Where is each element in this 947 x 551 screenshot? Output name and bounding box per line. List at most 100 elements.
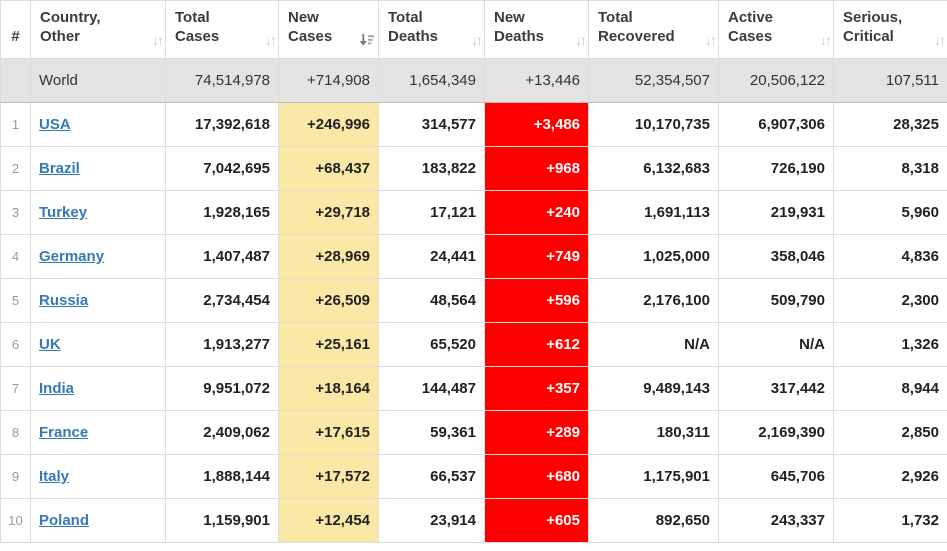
total-cases-cell: 1,888,144 <box>165 453 279 499</box>
country-cell: Germany <box>30 233 166 279</box>
new-cases-cell: +28,969 <box>278 233 379 279</box>
total-cases-cell: 1,159,901 <box>165 497 279 543</box>
country-cell: UK <box>30 321 166 367</box>
serious-critical-cell: 107,511 <box>833 57 947 103</box>
new-deaths-cell: +13,446 <box>484 57 589 103</box>
table-body: World 74,514,978 +714,908 1,654,349 +13,… <box>0 57 947 543</box>
column-label: New Deaths <box>494 9 545 45</box>
new-deaths-cell: +749 <box>484 233 589 279</box>
new-cases-cell: +25,161 <box>278 321 379 367</box>
column-label: Active Cases <box>728 9 774 45</box>
active-cases-cell: N/A <box>718 321 834 367</box>
column-label: Total Recovered <box>598 9 675 45</box>
table-row: 8 France 2,409,062 +17,615 59,361 +289 1… <box>0 409 947 455</box>
table-row: 4 Germany 1,407,487 +28,969 24,441 +749 … <box>0 233 947 279</box>
total-cases-cell: 17,392,618 <box>165 101 279 147</box>
serious-critical-cell: 1,732 <box>833 497 947 543</box>
total-cases-cell: 7,042,695 <box>165 145 279 191</box>
new-cases-cell: +68,437 <box>278 145 379 191</box>
active-cases-cell: 317,442 <box>718 365 834 411</box>
sort-both-icon[interactable]: ↓↑ <box>934 33 946 47</box>
new-cases-cell: +12,454 <box>278 497 379 543</box>
rank-cell <box>0 57 31 103</box>
total-deaths-cell: 65,520 <box>378 321 485 367</box>
column-header-total-cases[interactable]: Total Cases ↓↑ <box>165 0 279 59</box>
table-row: 7 India 9,951,072 +18,164 144,487 +357 9… <box>0 365 947 411</box>
active-cases-cell: 219,931 <box>718 189 834 235</box>
country-link[interactable]: Brazil <box>39 160 80 177</box>
sort-both-icon[interactable]: ↓↑ <box>820 33 832 47</box>
new-deaths-cell: +289 <box>484 409 589 455</box>
new-cases-cell: +18,164 <box>278 365 379 411</box>
sort-both-icon[interactable]: ↓↑ <box>152 33 164 47</box>
serious-critical-cell: 4,836 <box>833 233 947 279</box>
sort-both-icon[interactable]: ↓↑ <box>471 33 483 47</box>
country-link[interactable]: Italy <box>39 468 69 485</box>
sort-both-icon[interactable]: ↓↑ <box>265 33 277 47</box>
country-cell: India <box>30 365 166 411</box>
total-recovered-cell: 2,176,100 <box>588 277 719 323</box>
column-header-total-recovered[interactable]: Total Recovered ↓↑ <box>588 0 719 59</box>
new-cases-cell: +17,615 <box>278 409 379 455</box>
column-label: Total Cases <box>175 9 220 45</box>
column-label: New Cases <box>288 9 333 45</box>
total-recovered-cell: 180,311 <box>588 409 719 455</box>
total-cases-cell: 2,734,454 <box>165 277 279 323</box>
country-link[interactable]: USA <box>39 116 71 133</box>
country-link[interactable]: Poland <box>39 512 89 529</box>
rank-cell: 7 <box>0 365 31 411</box>
active-cases-cell: 509,790 <box>718 277 834 323</box>
new-deaths-cell: +357 <box>484 365 589 411</box>
column-label: Total Deaths <box>388 9 439 45</box>
total-recovered-cell: 892,650 <box>588 497 719 543</box>
column-label: # <box>11 27 20 45</box>
total-recovered-cell: 6,132,683 <box>588 145 719 191</box>
total-recovered-cell: 1,691,113 <box>588 189 719 235</box>
new-deaths-cell: +596 <box>484 277 589 323</box>
sort-both-icon[interactable]: ↓↑ <box>705 33 717 47</box>
covid-statistics-table: # Country, Other ↓↑ Total Cases ↓↑ New C… <box>0 0 947 543</box>
column-header-total-deaths[interactable]: Total Deaths ↓↑ <box>378 0 485 59</box>
total-deaths-cell: 144,487 <box>378 365 485 411</box>
total-deaths-cell: 59,361 <box>378 409 485 455</box>
world-summary-row: World 74,514,978 +714,908 1,654,349 +13,… <box>0 57 947 103</box>
column-label: Country, Other <box>40 9 101 45</box>
new-deaths-cell: +605 <box>484 497 589 543</box>
new-deaths-cell: +612 <box>484 321 589 367</box>
total-deaths-cell: 1,654,349 <box>378 57 485 103</box>
country-link[interactable]: France <box>39 424 88 441</box>
new-deaths-cell: +968 <box>484 145 589 191</box>
rank-cell: 6 <box>0 321 31 367</box>
column-header-new-deaths[interactable]: New Deaths ↓↑ <box>484 0 589 59</box>
column-header-new-cases[interactable]: New Cases <box>278 0 379 59</box>
total-recovered-cell: 52,354,507 <box>588 57 719 103</box>
total-deaths-cell: 23,914 <box>378 497 485 543</box>
sort-descending-icon[interactable] <box>359 33 375 47</box>
new-cases-cell: +17,572 <box>278 453 379 499</box>
sort-both-icon[interactable]: ↓↑ <box>575 33 587 47</box>
country-link[interactable]: UK <box>39 336 61 353</box>
country-link[interactable]: Russia <box>39 292 88 309</box>
new-deaths-cell: +680 <box>484 453 589 499</box>
country-link[interactable]: Turkey <box>39 204 87 221</box>
column-header-country[interactable]: Country, Other ↓↑ <box>30 0 166 59</box>
column-header-serious-critical[interactable]: Serious, Critical ↓↑ <box>833 0 947 59</box>
country-link[interactable]: Germany <box>39 248 104 265</box>
column-header-active-cases[interactable]: Active Cases ↓↑ <box>718 0 834 59</box>
table-row: 9 Italy 1,888,144 +17,572 66,537 +680 1,… <box>0 453 947 499</box>
serious-critical-cell: 2,850 <box>833 409 947 455</box>
serious-critical-cell: 1,326 <box>833 321 947 367</box>
country-link[interactable]: India <box>39 380 74 397</box>
total-cases-cell: 9,951,072 <box>165 365 279 411</box>
new-deaths-cell: +3,486 <box>484 101 589 147</box>
active-cases-cell: 20,506,122 <box>718 57 834 103</box>
country-cell: Brazil <box>30 145 166 191</box>
column-header-rank: # <box>0 0 31 59</box>
total-cases-cell: 74,514,978 <box>165 57 279 103</box>
new-cases-cell: +26,509 <box>278 277 379 323</box>
total-recovered-cell: N/A <box>588 321 719 367</box>
rank-cell: 1 <box>0 101 31 147</box>
table-row: 5 Russia 2,734,454 +26,509 48,564 +596 2… <box>0 277 947 323</box>
country-cell: World <box>30 57 166 103</box>
table-row: 10 Poland 1,159,901 +12,454 23,914 +605 … <box>0 497 947 543</box>
